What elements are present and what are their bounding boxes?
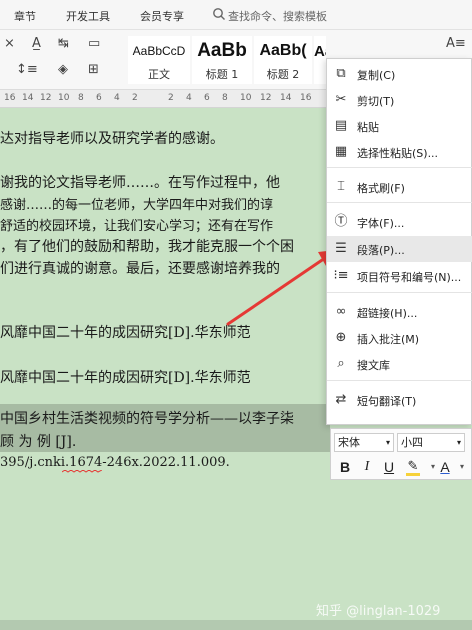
search-library-icon: ⌕ [337,356,345,371]
styles-pane-icon[interactable]: A≡ [446,36,466,51]
shading-icon[interactable]: ◈ [58,62,68,77]
insert-comment-icon: ⊕ [335,330,347,345]
style-heading-1[interactable]: AaBb 标题 1 [192,36,252,84]
ctx-format-painter[interactable]: ⌶ 格式刷(F) [327,174,472,200]
ctx-separator [327,202,472,203]
bullet-list-icon: ⁝≡ [333,268,349,283]
doc-line-1[interactable]: 达对指导老师以及研究学者的感谢。 [0,128,224,148]
ctx-insert-comment[interactable]: ⊕ 插入批注(M) [327,325,472,351]
font-icon: Ⓣ [334,214,348,229]
paragraph-icon: ☰ [335,241,347,256]
doc-reference-3-line-2[interactable]: 顾 为 例 [J]. [0,431,76,451]
text-direction-icon[interactable]: ↹ [58,36,69,51]
table-grid-icon[interactable]: ▭ [88,36,100,51]
context-menu: ⧉ 复制(C) ✂ 剪切(T) ▤ 粘贴 ▦ 选择性粘贴(S)... ⌶ 格式刷… [326,58,472,425]
line-spacing-icon[interactable]: ↕≡ [16,62,38,77]
border-icon[interactable]: ⊞ [88,62,99,77]
menu-bar: 章节 开发工具 会员专享 查找命令、搜索模板 [0,0,472,30]
font-size-select[interactable]: 小四 ▾ [397,433,465,452]
font-family-select[interactable]: 宋体 ▾ [334,433,394,452]
ctx-separator [327,167,472,168]
copy-icon: ⧉ [336,66,346,81]
annotation-arrow [226,250,336,326]
style-heading-3[interactable]: AaBbC [314,36,326,84]
ctx-cut[interactable]: ✂ 剪切(T) [327,87,472,113]
italic-button[interactable]: I [357,457,377,477]
spellcheck-underline [62,470,102,473]
ctx-paste[interactable]: ▤ 粘贴 [327,113,472,139]
ctx-search-library[interactable]: ⌕ 搜文库 [327,351,472,377]
ctx-translate[interactable]: ⇄ 短句翻译(T) [327,387,472,413]
paste-icon: ▤ [334,118,348,133]
font-effect-icon[interactable]: A̲ [32,36,41,51]
chevron-down-icon: ▾ [456,438,461,447]
search-icon[interactable] [212,7,226,21]
clear-format-icon[interactable]: ⨯ [4,36,15,51]
doc-reference-3-doi[interactable]: 395/j.cnki.1674-246x.2022.11.009. [0,455,230,470]
chevron-down-icon[interactable]: ▾ [455,457,469,477]
ctx-separator [327,292,472,293]
menu-member-exclusive[interactable]: 会员专享 [140,8,184,24]
watermark: 知乎 @linglan-1029 [316,604,441,619]
ctx-separator [327,380,472,381]
chevron-down-icon: ▾ [385,438,390,447]
doc-line-2[interactable]: 谢我的论文指导老师……。在写作过程中，他 [0,172,280,192]
paste-special-icon: ▦ [334,144,348,159]
ctx-font[interactable]: Ⓣ 字体(F)... [327,209,472,235]
font-color-button[interactable]: A [435,457,455,477]
page-bottom-edge [0,620,472,630]
format-brush-icon: ⌶ [337,179,345,194]
command-search-input[interactable]: 查找命令、搜索模板 [228,8,327,24]
mini-format-toolbar: 宋体 ▾ 小四 ▾ B I U ✎ ▾ A ▾ [330,428,472,480]
ctx-bullets-numbering[interactable]: ⁝≡ 项目符号和编号(N)... [327,263,472,289]
ctx-paragraph[interactable]: ☰ 段落(P)... [327,236,472,262]
hyperlink-icon: ∞ [335,304,347,319]
doc-reference-3-line-1[interactable]: 中国乡村生活类视频的符号学分析——以李子柒 [0,408,294,428]
underline-button[interactable]: U [379,457,399,477]
bold-button[interactable]: B [335,457,355,477]
doc-line-3[interactable]: 感谢……的每一位老师，大学四年中对我们的谆 [0,194,273,213]
menu-chapter[interactable]: 章节 [14,8,36,24]
menu-developer-tools[interactable]: 开发工具 [66,8,110,24]
scissors-icon: ✂ [335,92,347,107]
ctx-hyperlink[interactable]: ∞ 超链接(H)... [327,299,472,325]
ctx-paste-special[interactable]: ▦ 选择性粘贴(S)... [327,139,472,165]
doc-reference-1[interactable]: 风靡中国二十年的成因研究[D].华东师范 [0,322,251,342]
style-normal[interactable]: AaBbCcD 正文 [128,36,190,84]
style-heading-2[interactable]: AaBb( 标题 2 [254,36,312,84]
translate-icon: ⇄ [335,392,347,407]
highlight-pen-icon[interactable]: ✎ [403,457,423,477]
ctx-copy[interactable]: ⧉ 复制(C) [327,61,472,87]
doc-reference-2[interactable]: 风靡中国二十年的成因研究[D].华东师范 [0,367,251,387]
